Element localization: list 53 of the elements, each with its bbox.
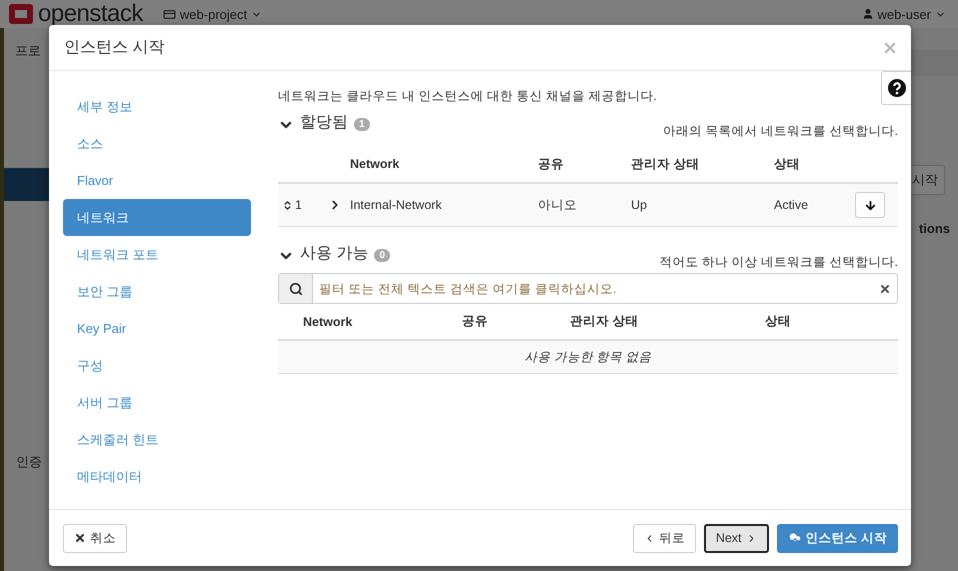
column-header: 상태 bbox=[774, 156, 801, 172]
column-header: 관리자 상태 bbox=[631, 156, 700, 172]
column-header: tions bbox=[918, 221, 950, 236]
section-title: 사용 가능 bbox=[300, 244, 368, 264]
section-hint: 아래의 목록에서 네트워크를 선택합니다. bbox=[663, 123, 898, 140]
wizard-step[interactable]: 구성 bbox=[63, 347, 251, 384]
wizard-step[interactable]: 세부 정보 bbox=[63, 88, 251, 125]
project-menu[interactable]: web-project bbox=[180, 6, 248, 22]
card-icon bbox=[162, 8, 176, 20]
table-cell-text: 아니오 bbox=[538, 196, 578, 214]
clear-icon[interactable] bbox=[879, 282, 891, 294]
table-cell-text: Up bbox=[631, 198, 648, 212]
table-cell-text: Active bbox=[774, 198, 810, 212]
intro-text: 네트워크는 클라우드 내 인스턴스에 대한 통신 채널을 제공합니다. bbox=[278, 88, 658, 105]
close-icon bbox=[74, 532, 86, 544]
dialog-title: 인스턴스 시작 bbox=[64, 38, 166, 58]
count-badge: 0 bbox=[374, 249, 390, 262]
next-button[interactable]: Next bbox=[704, 524, 769, 552]
wizard-step[interactable]: 메타데이터 bbox=[63, 458, 251, 495]
logo-icon bbox=[8, 3, 34, 25]
launch-instance-button[interactable]: 인스턴스 시작 bbox=[776, 524, 898, 552]
wizard-step[interactable]: 스케줄러 힌트 bbox=[63, 421, 251, 458]
column-header: 공유 bbox=[462, 313, 489, 330]
brand-name: openstack bbox=[38, 0, 143, 28]
order-handle[interactable]: 1 bbox=[278, 198, 328, 212]
column-header: 공유 bbox=[538, 156, 565, 172]
wizard-step[interactable]: 네트워크 bbox=[63, 199, 251, 236]
breadcrumb: 프로 bbox=[14, 42, 42, 60]
wizard-step[interactable]: 네트워크 포트 bbox=[63, 236, 251, 273]
help-icon bbox=[888, 79, 906, 97]
wizard-step[interactable]: 소스 bbox=[63, 125, 251, 162]
deallocate-button[interactable] bbox=[855, 192, 885, 218]
section-title: 할당됨 bbox=[300, 113, 348, 133]
wizard-step[interactable]: Key Pair bbox=[63, 310, 251, 347]
column-header: 상태 bbox=[765, 313, 792, 330]
column-header: Network bbox=[302, 314, 354, 328]
column-header: Network bbox=[350, 157, 400, 171]
arrow-down-icon bbox=[864, 198, 876, 212]
count-badge: 1 bbox=[354, 118, 370, 131]
section-hint: 적어도 하나 이상 네트워크를 선택합니다. bbox=[660, 254, 898, 271]
help-button[interactable] bbox=[881, 71, 911, 105]
user-menu[interactable]: web-user bbox=[878, 6, 931, 22]
wizard-step[interactable]: Flavor bbox=[63, 162, 251, 199]
column-header: 관리자 상태 bbox=[570, 313, 640, 330]
user-icon bbox=[862, 8, 874, 20]
sidebar-item[interactable]: 인증 bbox=[4, 453, 53, 471]
search-icon bbox=[288, 282, 302, 296]
wizard-step[interactable]: 서버 그룹 bbox=[63, 384, 251, 421]
empty-message: 사용 가능한 항목 없음 bbox=[523, 348, 653, 366]
back-button[interactable]: 뒤로 bbox=[632, 524, 696, 552]
wizard-step[interactable]: 보안 그룹 bbox=[63, 273, 251, 310]
table-cell-text: Internal-Network bbox=[350, 198, 443, 212]
cancel-button[interactable]: 취소 bbox=[63, 524, 127, 552]
